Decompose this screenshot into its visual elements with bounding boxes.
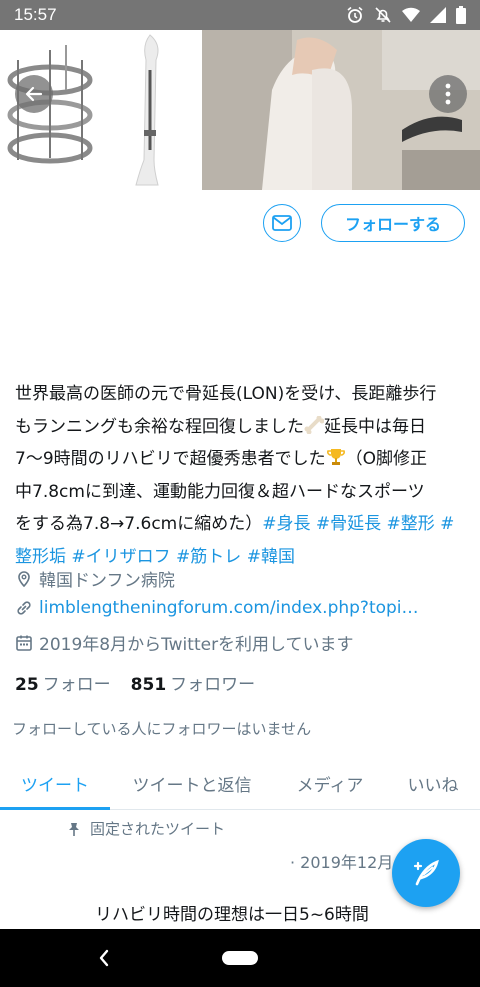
tab-tweets[interactable]: ツイート [0,758,110,810]
bio-text: 7〜9時間のリハビリで超優秀患者でした [15,449,326,469]
system-nav-bar [0,929,480,987]
profile-location: 韓国ドンフン病院 [15,566,175,591]
tab-tweets-and-replies[interactable]: ツイートと返信 [110,758,274,809]
pinned-tweet-header: 固定されたツイート [68,818,225,839]
compose-feather-icon [413,859,439,886]
trophy-emoji-icon [326,449,345,465]
mail-icon [272,215,292,231]
profile-website: limblengtheningforum.com/index.php?topi… [15,598,419,618]
followers-label: フォロワー [170,675,256,695]
tab-media[interactable]: メディア [274,758,386,809]
bio-line: をする為7.8→7.6cmに縮めた）#身長 #骨延長 #整形 # [15,508,467,541]
following-count: 25 [15,675,39,695]
message-button[interactable] [263,204,301,242]
arrow-left-icon [25,86,43,102]
location-pin-icon [18,570,30,587]
hashtag-link[interactable]: 整形垢 #イリザロフ #筋トレ #韓国 [15,547,295,567]
back-button[interactable] [15,75,53,113]
notifications-off-icon [375,7,391,23]
pinned-label: 固定されたツイート [90,820,226,838]
link-icon [17,601,31,615]
status-time: 15:57 [14,5,57,24]
tab-likes[interactable]: いいね [386,758,480,809]
bio-line: 7〜9時間のリハビリで超優秀患者でした （O脚修正 [15,443,467,476]
calendar-icon [16,635,32,651]
wifi-icon [402,7,420,23]
battery-icon [456,6,466,24]
followers-count: 851 [130,675,167,695]
profile-joined-date: 2019年8月からTwitterを利用しています [15,630,354,655]
status-bar: 15:57 [0,0,480,30]
more-options-button[interactable] [429,75,467,113]
tweet-text[interactable]: リハビリ時間の理想は一日5~6時間 [95,900,369,925]
bio-text: もランニングも余裕な程回復しました [15,416,304,437]
pin-icon [69,822,79,836]
bio-text: （O脚修正 [345,449,428,469]
bio-line: 中7.8cmに到達、運動能力回復＆超ハードなスポーツ [15,481,425,502]
bio-text: をする為7.8→7.6cmに縮めた） [15,514,263,534]
following-label: フォロー [42,675,111,695]
followers-you-know-text: フォローしている人にフォロワーはいません [12,720,312,738]
profile-banner[interactable] [0,30,480,190]
more-vertical-icon [445,83,451,105]
profile-actions: フォローする [263,204,465,242]
bone-emoji-icon [304,415,325,434]
website-link[interactable]: limblengtheningforum.com/index.php?topi… [39,598,419,618]
signal-icon [430,7,446,23]
follow-button[interactable]: フォローする [321,204,465,242]
bio-line: もランニングも余裕な程回復しました 延長中は毎日 [15,411,467,444]
nav-home-pill[interactable] [222,951,258,965]
profile-bio: 世界最高の医師の元で骨延長(LON)を受け、長距離歩行 もランニングも余裕な程回… [15,378,467,573]
location-text: 韓国ドンフン病院 [39,571,175,591]
tweet-date[interactable]: · 2019年12月 [290,849,393,873]
follow-counts: 25 フォロー 851 フォロワー [15,670,255,695]
joined-text: 2019年8月からTwitterを利用しています [39,635,354,655]
bio-line: 世界最高の医師の元で骨延長(LON)を受け、長距離歩行 [15,384,437,404]
alarm-icon [347,6,363,23]
compose-tweet-button[interactable] [392,839,460,907]
nav-back-icon[interactable] [96,947,112,969]
following-count-link[interactable]: 25 フォロー [15,670,111,695]
hashtag-link[interactable]: #身長 #骨延長 #整形 # [262,514,454,534]
profile-tabs: ツイート ツイートと返信 メディア いいね [0,758,480,810]
bio-text: 延長中は毎日 [324,416,426,437]
status-icons [346,6,466,24]
followers-count-link[interactable]: 851 フォロワー [131,670,256,695]
